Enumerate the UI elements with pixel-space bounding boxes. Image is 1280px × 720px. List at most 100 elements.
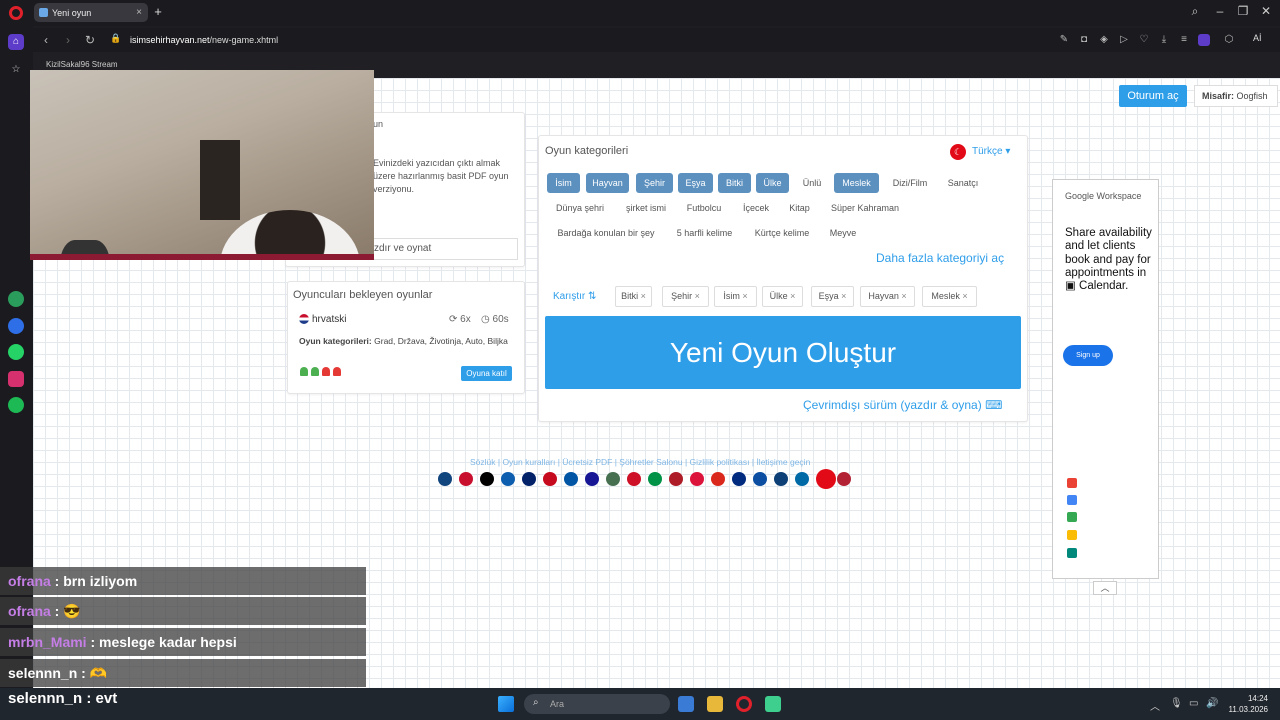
language-flag-icon[interactable]: [564, 472, 578, 486]
category-chip[interactable]: Eşya: [678, 173, 713, 193]
browser-tab[interactable]: Yeni oyun ×: [34, 3, 148, 22]
selected-category-tag[interactable]: Bitki ×: [615, 286, 652, 307]
category-chip[interactable]: Şehir: [636, 173, 673, 193]
language-select[interactable]: Türkçe ▾: [972, 146, 1010, 157]
category-chip[interactable]: Ülke: [756, 173, 789, 193]
category-chip[interactable]: Ünlü: [794, 173, 830, 193]
language-flag-icon[interactable]: [753, 472, 767, 486]
bookmark-item[interactable]: KizilSakal96 Stream: [46, 60, 118, 69]
language-flag-icon[interactable]: [816, 469, 836, 489]
opera-taskbar-icon[interactable]: [736, 696, 752, 712]
language-flag-icon[interactable]: [501, 472, 515, 486]
close-tab-icon[interactable]: ×: [136, 7, 142, 18]
category-chip[interactable]: Hayvan: [586, 173, 629, 193]
remove-icon[interactable]: ×: [692, 291, 700, 301]
extension-icon[interactable]: [1198, 34, 1210, 46]
ad-signup-button[interactable]: Sign up: [1063, 345, 1113, 366]
download-icon[interactable]: ⤓: [1158, 34, 1170, 46]
spotify-icon[interactable]: [8, 397, 24, 413]
footer-links[interactable]: Sözlük | Oyun kuralları | Ücretsiz PDF |…: [470, 457, 810, 467]
back-icon[interactable]: ‹: [39, 33, 53, 47]
taskbar-search[interactable]: Ara: [524, 694, 670, 714]
category-chip[interactable]: Futbolcu: [680, 198, 728, 218]
selected-category-tag[interactable]: Hayvan ×: [860, 286, 915, 307]
create-game-button[interactable]: Yeni Oyun Oluştur: [545, 316, 1021, 389]
shield-icon[interactable]: ◈: [1098, 34, 1110, 46]
language-flag-icon[interactable]: [669, 472, 683, 486]
volume-icon[interactable]: 🔊: [1206, 698, 1218, 709]
language-flag-icon[interactable]: [648, 472, 662, 486]
remove-icon[interactable]: ×: [960, 291, 967, 301]
minimize-icon[interactable]: –: [1211, 4, 1229, 18]
language-flag-icon[interactable]: [543, 472, 557, 486]
app-taskbar-icon[interactable]: [765, 696, 781, 712]
language-flag-icon[interactable]: [480, 472, 494, 486]
print-and-play-button[interactable]: zdır ve oynat: [371, 238, 518, 260]
language-flag-icon[interactable]: [795, 472, 809, 486]
language-flag-icon[interactable]: [459, 472, 473, 486]
category-chip[interactable]: 5 harfli kelime: [670, 223, 739, 243]
whatsapp-icon[interactable]: [8, 344, 24, 360]
language-flag-icon[interactable]: [732, 472, 746, 486]
remove-icon[interactable]: ×: [839, 291, 846, 301]
cube-icon[interactable]: ⬡: [1223, 34, 1235, 46]
heart-icon[interactable]: ♡: [1138, 34, 1150, 46]
join-game-button[interactable]: Oyuna katıl: [461, 366, 512, 381]
remove-icon[interactable]: ×: [788, 291, 795, 301]
offline-version-link[interactable]: Çevrimdışı sürüm (yazdır & oyna) ⌨: [803, 398, 1002, 412]
category-chip[interactable]: Sanatçı: [941, 173, 985, 193]
reload-icon[interactable]: ↻: [83, 33, 97, 47]
language-flag-icon[interactable]: [627, 472, 641, 486]
chevron-up-icon[interactable]: ︿: [1093, 581, 1117, 595]
category-chip[interactable]: Bitki: [718, 173, 751, 193]
ai-button[interactable]: Aİ: [1253, 33, 1262, 43]
remove-icon[interactable]: ×: [638, 291, 646, 301]
camera-icon[interactable]: ◘: [1078, 34, 1090, 46]
close-window-icon[interactable]: ✕: [1257, 4, 1275, 18]
chatgpt-icon[interactable]: [8, 291, 24, 307]
category-chip[interactable]: Meyve: [824, 223, 862, 243]
language-flag-icon[interactable]: [711, 472, 725, 486]
star-icon[interactable]: ☆: [8, 62, 24, 78]
mic-icon[interactable]: 🎙: [1170, 698, 1183, 709]
login-button[interactable]: Oturum aç: [1119, 85, 1187, 107]
tray-chevron-icon[interactable]: ︿: [1150, 698, 1160, 713]
selected-category-tag[interactable]: İsim ×: [714, 286, 757, 307]
language-flag-icon[interactable]: [585, 472, 599, 486]
shuffle-button[interactable]: Karıştır ⇅: [553, 291, 596, 302]
selected-category-tag[interactable]: Meslek ×: [922, 286, 977, 307]
remove-icon[interactable]: ×: [740, 291, 747, 301]
new-tab-button[interactable]: +: [151, 5, 165, 19]
category-chip[interactable]: şirket ismi: [619, 198, 673, 218]
remove-icon[interactable]: ×: [899, 291, 906, 301]
more-categories-link[interactable]: Daha fazla kategoriyi aç: [876, 251, 1004, 265]
search-tabs-icon[interactable]: ⌕: [1186, 4, 1204, 19]
messenger-icon[interactable]: [8, 318, 24, 334]
maximize-icon[interactable]: ❐: [1234, 4, 1252, 18]
category-chip[interactable]: Bardağa konulan bir şey: [549, 223, 663, 243]
forward-icon[interactable]: ›: [61, 33, 75, 47]
store-icon[interactable]: [678, 696, 694, 712]
url-field[interactable]: isimsehirhayvan.net/new-game.xhtml: [130, 35, 278, 45]
selected-category-tag[interactable]: Eşya ×: [811, 286, 854, 307]
monitor-icon[interactable]: ▭: [1189, 698, 1198, 709]
menu-icon[interactable]: ≡: [1178, 34, 1190, 46]
category-chip[interactable]: Dizi/Film: [886, 173, 934, 193]
category-chip[interactable]: İçecek: [736, 198, 776, 218]
language-flag-icon[interactable]: [438, 472, 452, 486]
language-flag-icon[interactable]: [522, 472, 536, 486]
category-chip[interactable]: Meslek: [834, 173, 879, 193]
language-flag-icon[interactable]: [774, 472, 788, 486]
opera-logo-icon[interactable]: [9, 6, 23, 20]
category-chip[interactable]: İsim: [547, 173, 580, 193]
category-chip[interactable]: Kitap: [784, 198, 815, 218]
play-icon[interactable]: ▷: [1118, 34, 1130, 46]
category-chip[interactable]: Kürtçe kelime: [747, 223, 817, 243]
category-chip[interactable]: Süper Kahraman: [824, 198, 906, 218]
language-flag-icon[interactable]: [606, 472, 620, 486]
edit-icon[interactable]: ✎: [1058, 34, 1070, 46]
category-chip[interactable]: Dünya şehri: [549, 198, 611, 218]
start-icon[interactable]: [498, 696, 514, 712]
language-flag-icon[interactable]: [837, 472, 851, 486]
selected-category-tag[interactable]: Ülke ×: [762, 286, 803, 307]
